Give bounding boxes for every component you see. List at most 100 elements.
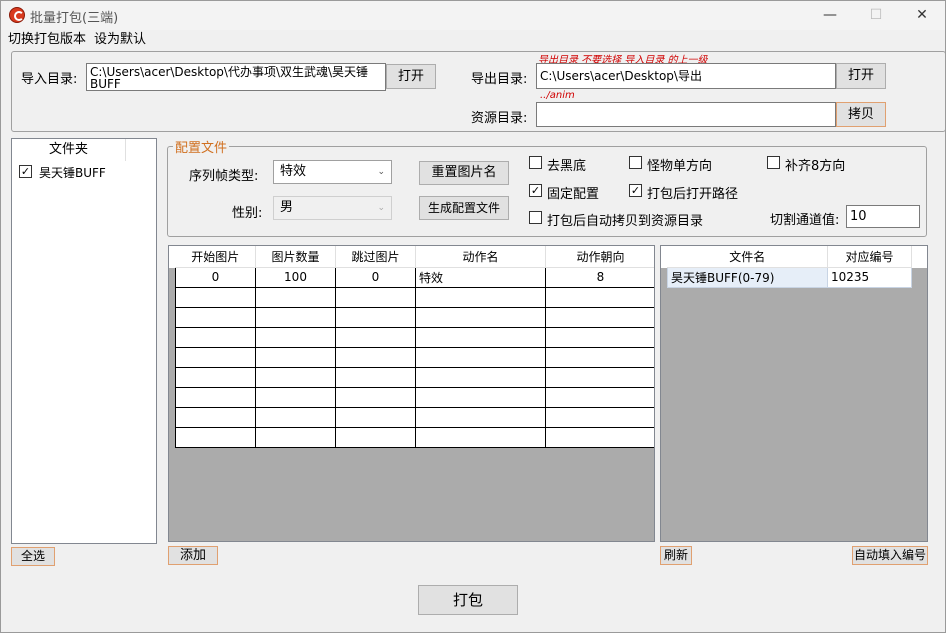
empty-cell[interactable] [255,286,336,308]
empty-cell[interactable] [415,346,546,368]
cell-action-name[interactable]: 特效 [415,266,546,288]
empty-cell[interactable] [415,286,546,308]
table-row[interactable] [175,366,654,388]
empty-cell[interactable] [545,346,654,368]
empty-cell[interactable] [545,386,654,408]
option-open-path-after-pack-checkbox[interactable]: ✓ [629,184,642,197]
option-fill-8-dirs-checkbox[interactable] [767,156,780,169]
empty-cell[interactable] [415,326,546,348]
minimize-button[interactable]: — [807,0,853,30]
generate-config-button[interactable]: 生成配置文件 [419,196,509,220]
empty-cell[interactable] [175,306,256,328]
option-auto-copy-checkbox[interactable] [529,211,542,224]
cell-file-name[interactable]: 昊天锤BUFF(0-79) [667,266,828,288]
export-open-button[interactable]: 打开 [836,63,886,89]
empty-cell[interactable] [545,426,654,448]
table-row[interactable] [175,306,654,328]
empty-cell[interactable] [255,306,336,328]
copy-button[interactable]: 拷贝 [836,102,886,127]
rename-images-button[interactable]: 重置图片名 [419,161,509,185]
empty-cell[interactable] [545,406,654,428]
cell-action-direction[interactable]: 8 [545,266,654,288]
col-action-direction[interactable]: 动作朝向 [545,246,654,268]
col-mapped-id[interactable]: 对应编号 [827,246,912,268]
resource-dir-input[interactable] [536,102,836,127]
folder-list[interactable]: 文件夹 ✓ 昊天锤BUFF [11,138,157,544]
folder-list-header[interactable]: 文件夹 [12,139,126,161]
empty-cell[interactable] [335,326,416,348]
import-open-button[interactable]: 打开 [386,64,436,89]
table-row[interactable] [175,426,654,448]
option-fixed-config-checkbox[interactable]: ✓ [529,184,542,197]
empty-cell[interactable] [255,386,336,408]
empty-cell[interactable] [545,286,654,308]
empty-cell[interactable] [415,386,546,408]
cell-skip-image[interactable]: 0 [335,266,416,288]
seq-type-select[interactable]: 特效 ⌄ [273,160,392,184]
files-table[interactable]: 文件名 对应编号 昊天锤BUFF(0-79) 10235 [660,245,928,542]
table-row[interactable] [175,386,654,408]
table-row[interactable] [175,406,654,428]
table-row[interactable] [175,326,654,348]
maximize-button[interactable]: ☐ [853,0,899,30]
folder-item-checkbox[interactable]: ✓ [19,165,32,178]
auto-fill-id-button[interactable]: 自动填入编号 [852,546,928,565]
actions-grid[interactable]: 开始图片 图片数量 跳过图片 动作名 动作朝向 0 100 0 特效 8 [175,246,654,448]
threshold-input[interactable]: 10 [846,205,920,228]
option-monster-single-dir-checkbox[interactable] [629,156,642,169]
empty-cell[interactable] [175,366,256,388]
table-row[interactable] [175,286,654,308]
cell-image-count[interactable]: 100 [255,266,336,288]
empty-cell[interactable] [255,366,336,388]
pack-button[interactable]: 打包 [418,585,518,615]
add-row-button[interactable]: 添加 [168,546,218,565]
empty-cell[interactable] [335,286,416,308]
empty-cell[interactable] [175,286,256,308]
gender-select[interactable]: 男 ⌄ [273,196,392,220]
empty-cell[interactable] [255,346,336,368]
empty-cell[interactable] [175,386,256,408]
empty-cell[interactable] [255,326,336,348]
empty-cell[interactable] [335,426,416,448]
col-file-name[interactable]: 文件名 [667,246,828,268]
import-dir-input[interactable]: C:\Users\acer\Desktop\代办事项\双生武魂\昊天锤BUFF [86,63,386,91]
export-dir-input[interactable]: C:\Users\acer\Desktop\导出 [536,63,836,89]
empty-cell[interactable] [335,406,416,428]
empty-cell[interactable] [545,366,654,388]
menu-set-default[interactable]: 设为默认 [94,31,146,49]
empty-cell[interactable] [255,406,336,428]
close-button[interactable]: ✕ [899,0,945,30]
title-bar: 批量打包(三端) — ☐ ✕ [0,0,946,30]
table-row[interactable] [175,346,654,368]
empty-cell[interactable] [175,426,256,448]
empty-cell[interactable] [175,406,256,428]
col-image-count[interactable]: 图片数量 [255,246,336,268]
empty-cell[interactable] [335,366,416,388]
files-header-row: 文件名 对应编号 [667,246,912,268]
empty-cell[interactable] [545,306,654,328]
empty-cell[interactable] [415,306,546,328]
table-row[interactable]: 0 100 0 特效 8 [175,266,654,288]
cell-start-image[interactable]: 0 [175,266,256,288]
actions-table[interactable]: 开始图片 图片数量 跳过图片 动作名 动作朝向 0 100 0 特效 8 [168,245,655,542]
empty-cell[interactable] [175,326,256,348]
refresh-button[interactable]: 刷新 [660,546,692,565]
empty-cell[interactable] [415,366,546,388]
empty-cell[interactable] [175,346,256,368]
select-all-button[interactable]: 全选 [11,547,55,566]
empty-cell[interactable] [415,426,546,448]
empty-cell[interactable] [415,406,546,428]
empty-cell[interactable] [335,306,416,328]
empty-cell[interactable] [335,386,416,408]
files-grid[interactable]: 文件名 对应编号 昊天锤BUFF(0-79) 10235 [667,246,912,288]
empty-cell[interactable] [335,346,416,368]
empty-cell[interactable] [255,426,336,448]
cell-mapped-id[interactable]: 10235 [827,266,912,288]
col-action-name[interactable]: 动作名 [415,246,546,268]
empty-cell[interactable] [545,326,654,348]
col-skip-image[interactable]: 跳过图片 [335,246,416,268]
col-start-image[interactable]: 开始图片 [175,246,256,268]
menu-switch-version[interactable]: 切换打包版本 [8,31,86,49]
option-remove-black-checkbox[interactable] [529,156,542,169]
table-row[interactable]: 昊天锤BUFF(0-79) 10235 [667,266,912,288]
